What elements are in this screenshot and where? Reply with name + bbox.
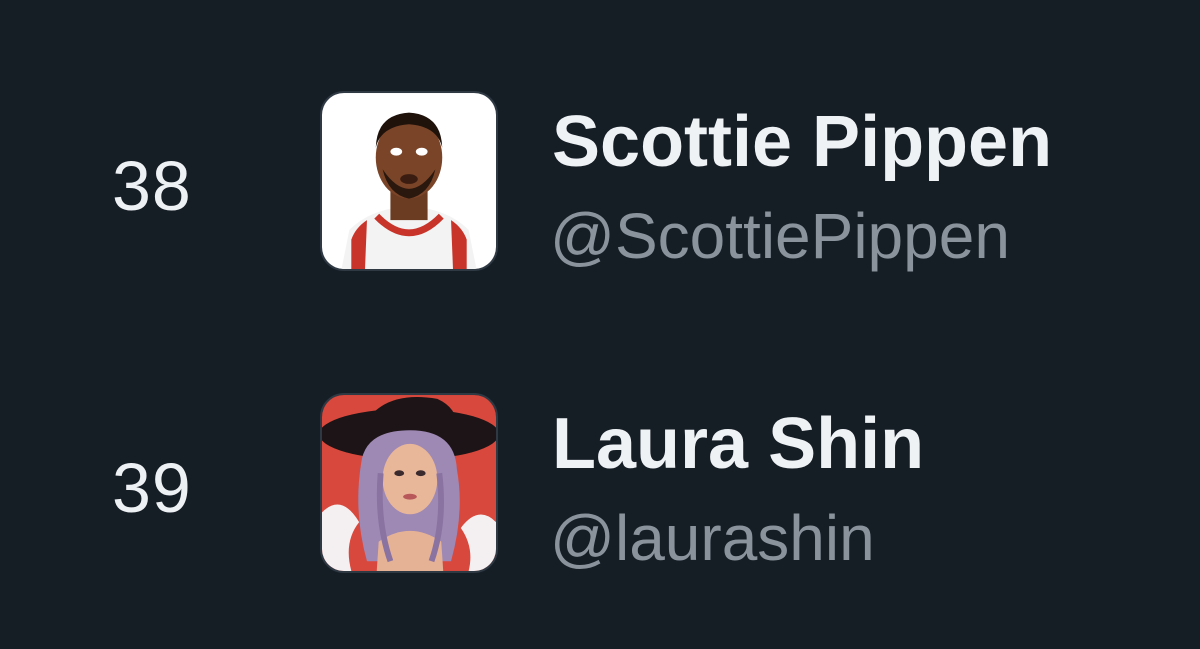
basketball-player-avatar-icon bbox=[322, 93, 496, 269]
avatar[interactable] bbox=[320, 393, 498, 573]
rank-number: 38 bbox=[112, 147, 192, 225]
username-handle[interactable]: @laurashin bbox=[550, 500, 875, 576]
username-handle[interactable]: @ScottiePippen bbox=[550, 198, 1010, 274]
illustrated-woman-avatar-icon bbox=[322, 395, 496, 571]
rank-number: 39 bbox=[112, 449, 192, 527]
display-name[interactable]: Scottie Pippen bbox=[552, 100, 1052, 184]
display-name[interactable]: Laura Shin bbox=[552, 402, 924, 486]
list-item[interactable]: 38 Scottie Pippen @ScottiePippen bbox=[0, 88, 1200, 288]
avatar[interactable] bbox=[320, 91, 498, 271]
account-ranking-list: 38 Scottie Pippen @ScottiePippen 39 Laur… bbox=[0, 0, 1200, 649]
list-item[interactable]: 39 Laura Shin @laurashin bbox=[0, 390, 1200, 590]
